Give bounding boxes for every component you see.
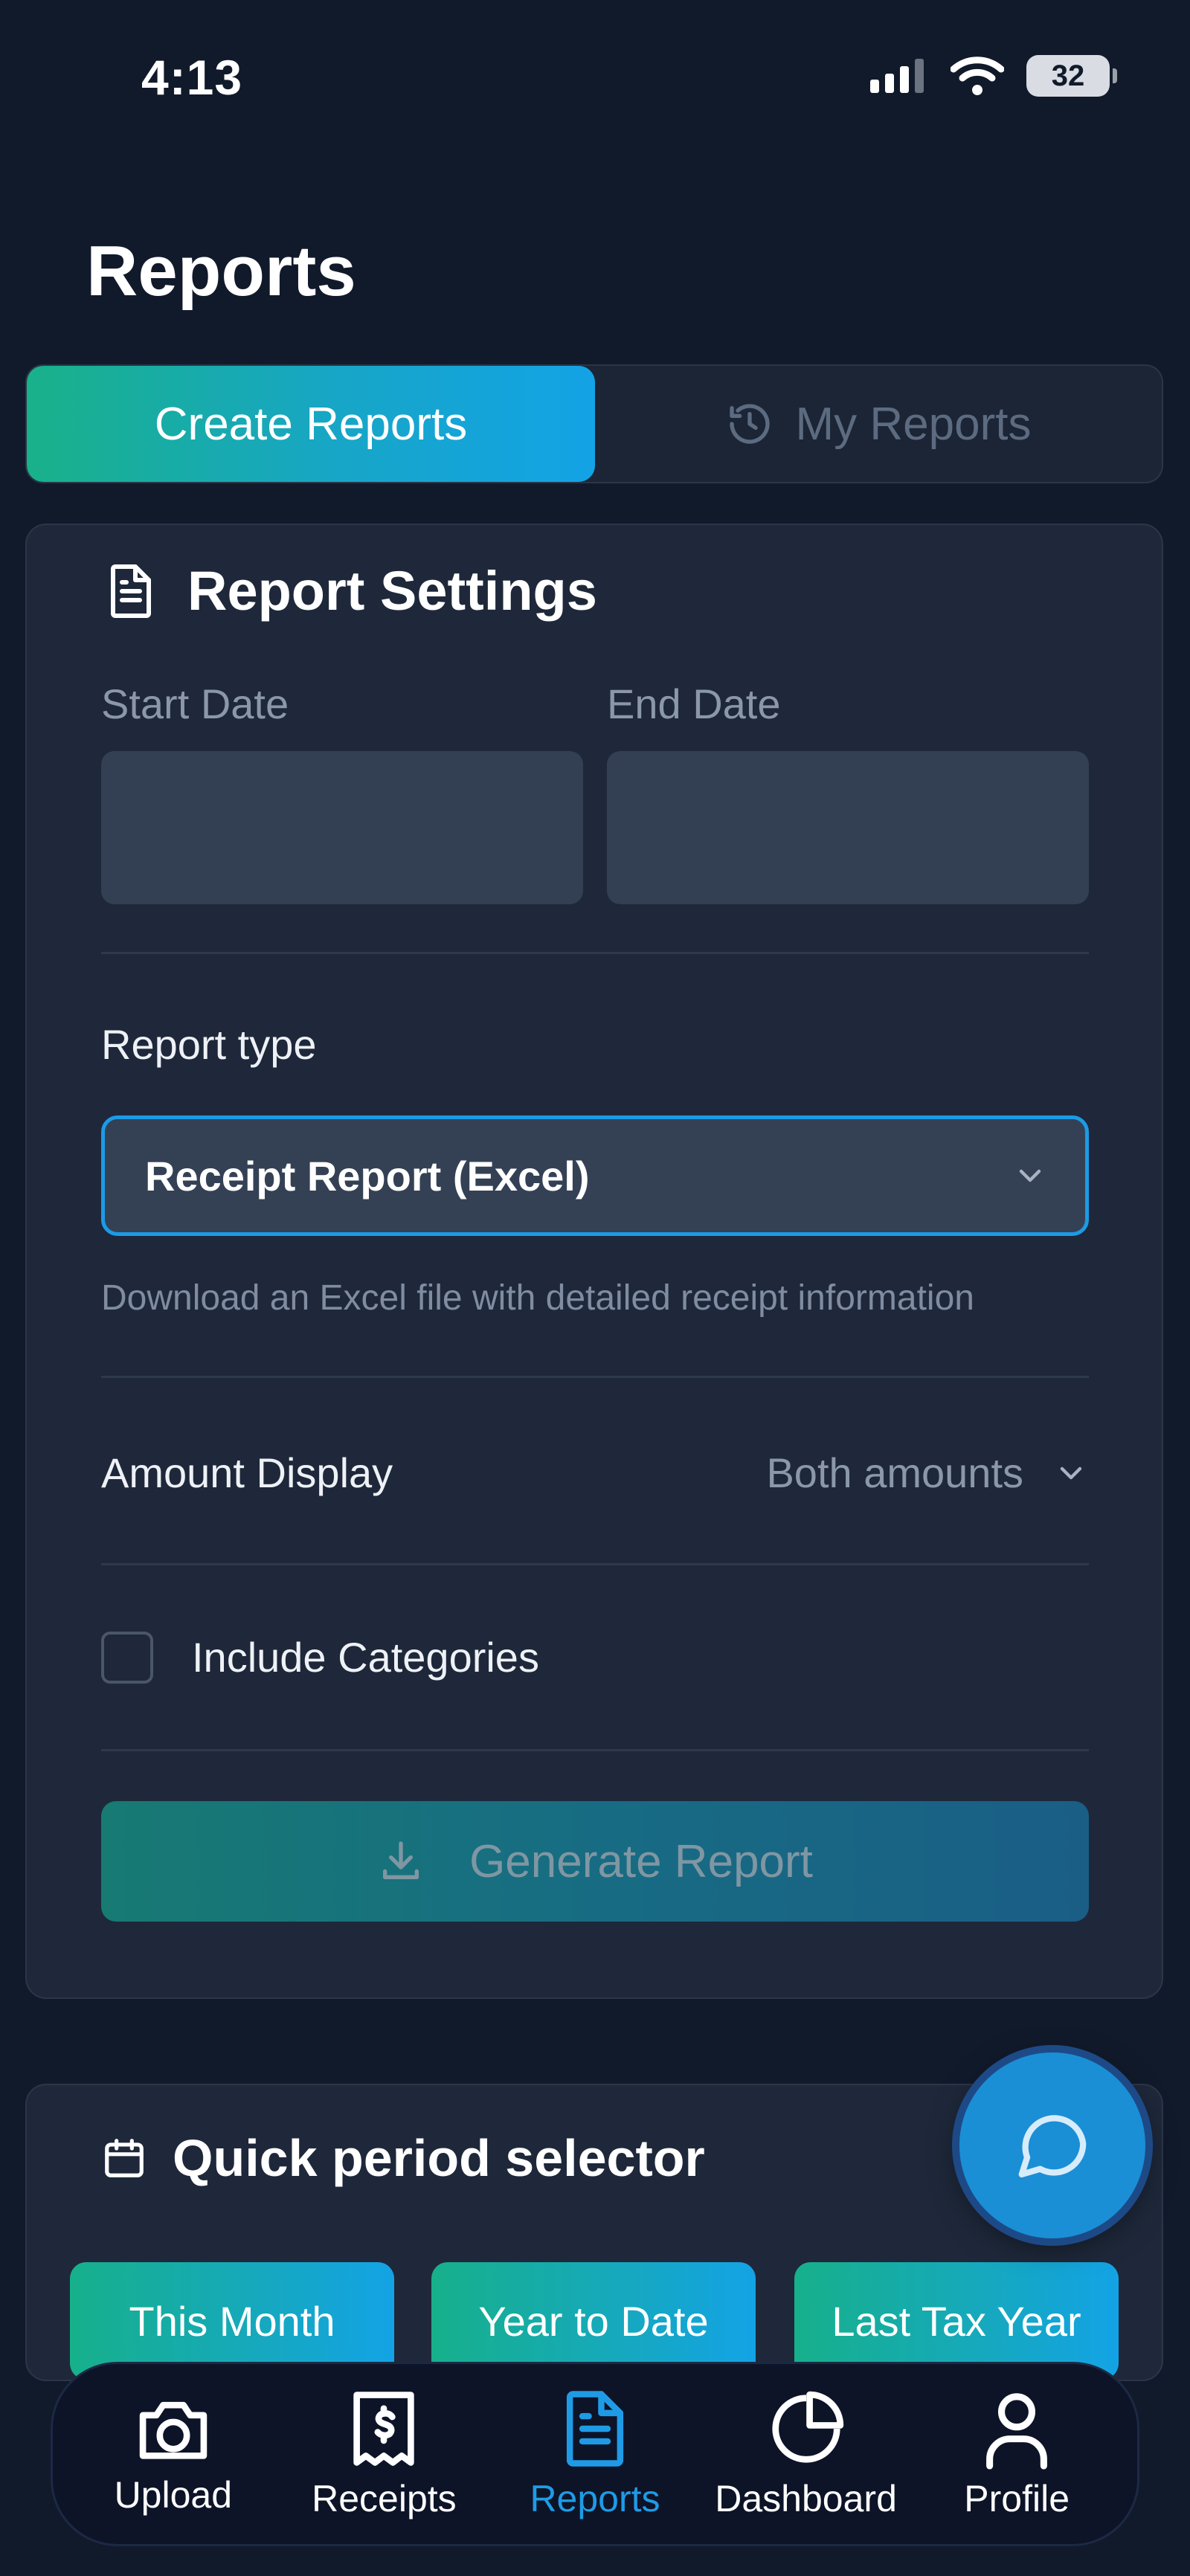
status-time: 4:13: [141, 50, 243, 105]
card-title: Report Settings: [187, 560, 597, 622]
tab-create-reports[interactable]: Create Reports: [27, 366, 595, 482]
generate-report-label: Generate Report: [469, 1835, 813, 1887]
chevron-down-icon: [1060, 1466, 1082, 1479]
report-type-help: Download an Excel file with detailed rec…: [101, 1278, 974, 1318]
chat-fab-button[interactable]: [959, 2052, 1145, 2238]
battery-indicator: 32: [1026, 55, 1117, 97]
nav-profile[interactable]: Profile: [920, 2388, 1113, 2520]
tab-label: Create Reports: [154, 398, 468, 450]
pie-chart-icon: [772, 2391, 843, 2463]
bottom-nav: Upload Receipts Reports Dashboard Profil…: [51, 2362, 1139, 2546]
report-tabs: Create Reports My Reports: [25, 364, 1163, 483]
chip-label: Year to Date: [478, 2297, 709, 2345]
report-type-select[interactable]: Receipt Report (Excel): [101, 1115, 1089, 1236]
nav-label: Profile: [964, 2478, 1070, 2519]
divider: [101, 1376, 1089, 1378]
amount-display-value: Both amounts: [766, 1449, 1023, 1496]
chat-bubble-icon: [1018, 2115, 1087, 2178]
cellular-signal-icon: [870, 59, 924, 93]
nav-label: Receipts: [312, 2478, 457, 2519]
nav-label: Dashboard: [715, 2478, 897, 2519]
calendar-icon: [105, 2139, 144, 2177]
chip-label: This Month: [129, 2297, 335, 2345]
nav-upload[interactable]: Upload: [77, 2392, 270, 2517]
start-date-field[interactable]: [101, 751, 583, 904]
chip-label: Last Tax Year: [832, 2297, 1081, 2345]
amount-display-select[interactable]: Both amounts: [766, 1449, 1089, 1497]
document-icon: [111, 564, 151, 618]
nav-label: Upload: [114, 2474, 233, 2516]
report-type-label: Report type: [101, 1021, 317, 1068]
document-icon: [566, 2391, 624, 2467]
nav-receipts[interactable]: Receipts: [287, 2388, 480, 2520]
report-settings-card: [25, 524, 1163, 1999]
page-title: Reports: [86, 231, 356, 311]
end-date-field[interactable]: [607, 751, 1089, 904]
report-settings-header: Report Settings: [104, 559, 597, 622]
nav-label: Reports: [530, 2478, 660, 2519]
include-categories-label[interactable]: Include Categories: [192, 1633, 539, 1681]
quick-period-header: Quick period selector: [101, 2128, 705, 2188]
download-icon: [383, 1841, 419, 1879]
divider: [101, 952, 1089, 954]
wifi-icon: [951, 57, 1004, 95]
tab-my-reports[interactable]: My Reports: [595, 366, 1162, 482]
person-icon: [986, 2393, 1048, 2470]
battery-level: 32: [1051, 59, 1085, 92]
nav-reports[interactable]: Reports: [498, 2388, 692, 2520]
camera-icon: [139, 2401, 208, 2459]
history-icon: [729, 404, 770, 444]
receipt-icon: [353, 2392, 415, 2466]
include-categories-checkbox[interactable]: [101, 1632, 153, 1684]
end-date-label: End Date: [607, 680, 781, 727]
quick-period-title: Quick period selector: [173, 2129, 705, 2187]
status-icons: 32: [869, 55, 1117, 97]
tab-label: My Reports: [795, 398, 1032, 450]
divider: [101, 1749, 1089, 1751]
amount-display-label: Amount Display: [101, 1449, 393, 1496]
start-date-label: Start Date: [101, 680, 289, 727]
nav-dashboard[interactable]: Dashboard: [710, 2388, 903, 2520]
report-type-value: Receipt Report (Excel): [145, 1152, 590, 1200]
divider: [101, 1563, 1089, 1565]
chevron-down-icon: [1019, 1169, 1041, 1182]
generate-report-button[interactable]: Generate Report: [101, 1801, 1089, 1922]
